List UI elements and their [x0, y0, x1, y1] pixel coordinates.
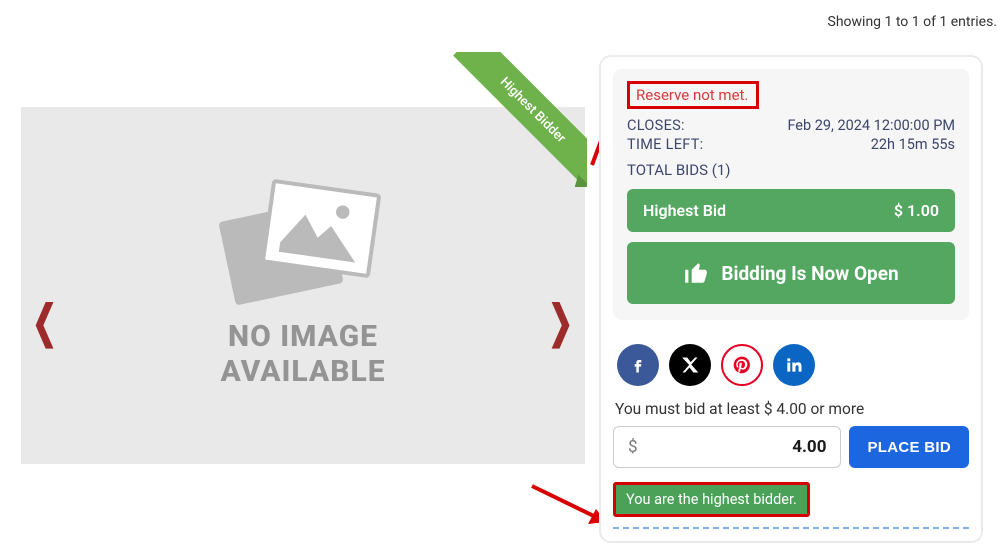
highest-bid-value: $ 1.00 [894, 201, 939, 220]
bid-amount-value: 4.00 [792, 437, 826, 457]
pinterest-share-button[interactable] [721, 344, 763, 386]
thumbs-up-icon [683, 260, 709, 286]
bid-panel: Reserve not met. CLOSES: Feb 29, 2024 12… [599, 55, 983, 543]
noimage-line-1: NO IMAGE [228, 319, 378, 354]
total-bids-text: TOTAL BIDS (1) [627, 161, 955, 179]
timeleft-label: TIME LEFT: [627, 136, 703, 153]
facebook-icon [628, 355, 648, 375]
entries-count-text: Showing 1 to 1 of 1 entries. [828, 14, 997, 30]
no-image-placeholder-icon [218, 182, 388, 302]
minimum-bid-hint: You must bid at least $ 4.00 or more [613, 400, 969, 418]
timeleft-value: 22h 15m 55s [871, 136, 955, 153]
x-share-button[interactable] [669, 344, 711, 386]
place-bid-button[interactable]: PLACE BID [849, 426, 969, 468]
divider [613, 527, 969, 529]
linkedin-icon [784, 355, 804, 375]
social-share-row [613, 344, 969, 386]
x-icon [680, 355, 700, 375]
bidding-open-label: Bidding Is Now Open [721, 262, 898, 285]
highest-bid-bar: Highest Bid $ 1.00 [627, 189, 955, 232]
annotation-arrow-icon [530, 482, 610, 537]
highest-bidder-status-text: You are the highest bidder. [613, 482, 810, 517]
facebook-share-button[interactable] [617, 344, 659, 386]
closes-label: CLOSES: [627, 117, 685, 134]
currency-symbol: $ [628, 437, 638, 457]
reserve-status-text: Reserve not met. [627, 81, 759, 109]
prev-image-arrow[interactable]: ❮ [32, 296, 57, 349]
pinterest-icon [732, 355, 752, 375]
bid-panel-meta: Reserve not met. CLOSES: Feb 29, 2024 12… [613, 69, 969, 320]
bid-amount-input[interactable]: $ 4.00 [613, 426, 841, 468]
noimage-line-2: AVAILABLE [220, 354, 385, 389]
bidding-open-button[interactable]: Bidding Is Now Open [627, 242, 955, 304]
no-image-text: NO IMAGE AVAILABLE [220, 320, 385, 389]
highest-bid-label: Highest Bid [643, 201, 726, 220]
closes-value: Feb 29, 2024 12:00:00 PM [787, 117, 955, 134]
product-image-panel: NO IMAGE AVAILABLE [21, 107, 585, 464]
next-image-arrow[interactable]: ❯ [548, 296, 573, 349]
linkedin-share-button[interactable] [773, 344, 815, 386]
